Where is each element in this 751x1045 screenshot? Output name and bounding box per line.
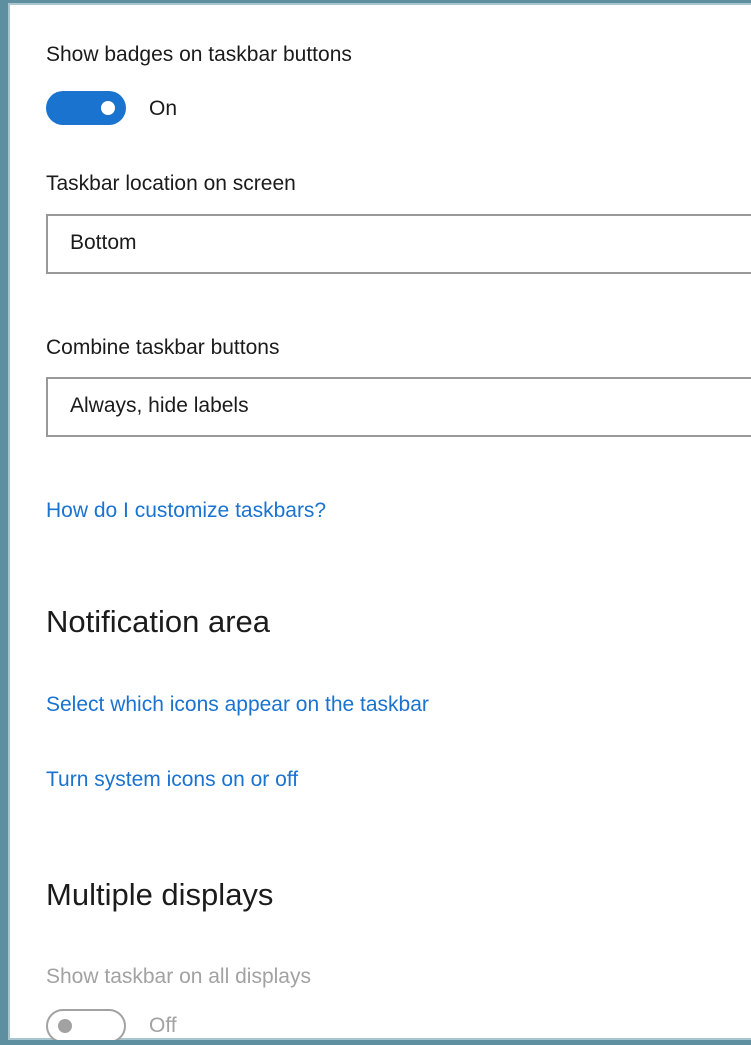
show-all-displays-label: Show taskbar on all displays	[46, 965, 311, 988]
location-dropdown-value: Bottom	[70, 231, 137, 254]
location-dropdown[interactable]: Bottom	[46, 214, 751, 274]
notification-area-heading: Notification area	[46, 604, 271, 639]
combine-dropdown[interactable]: Always, hide labels	[46, 377, 751, 437]
multiple-displays-heading: Multiple displays	[46, 877, 274, 912]
combine-dropdown-value: Always, hide labels	[70, 394, 249, 417]
toggle-knob	[58, 1019, 72, 1033]
show-all-displays-toggle[interactable]	[46, 1009, 126, 1040]
combine-label: Combine taskbar buttons	[46, 336, 280, 359]
location-label: Taskbar location on screen	[46, 172, 296, 195]
badges-label: Show badges on taskbar buttons	[46, 43, 352, 66]
show-all-displays-state: Off	[149, 1014, 177, 1037]
system-icons-link[interactable]: Turn system icons on or off	[46, 768, 298, 792]
customize-taskbars-link[interactable]: How do I customize taskbars?	[46, 499, 326, 523]
toggle-knob	[101, 101, 115, 115]
badges-toggle[interactable]	[46, 91, 126, 125]
select-icons-link[interactable]: Select which icons appear on the taskbar	[46, 693, 429, 717]
settings-panel: Show badges on taskbar buttons On Taskba…	[0, 0, 751, 1045]
badges-toggle-state: On	[149, 97, 178, 120]
